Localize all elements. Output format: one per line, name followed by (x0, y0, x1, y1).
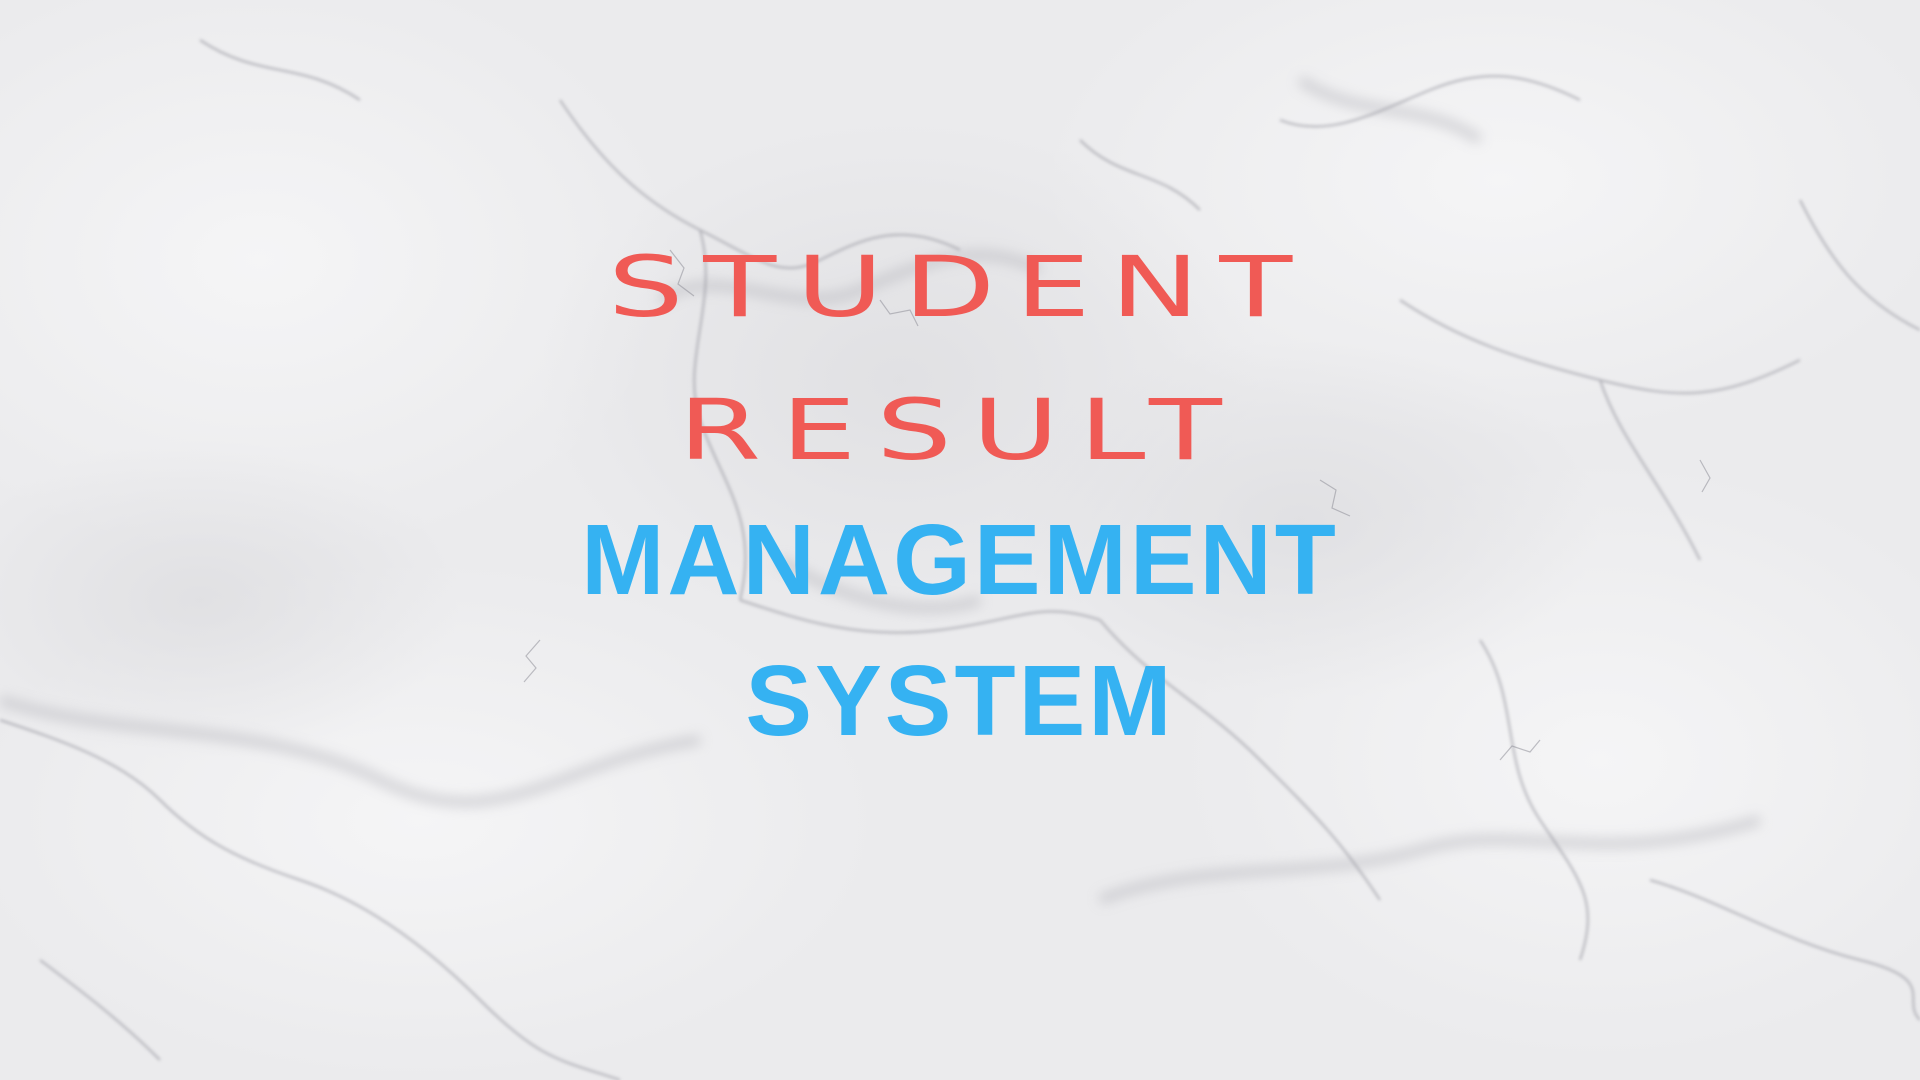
title-line-result: RESULT (678, 381, 1242, 479)
title-line-system: SYSTEM (745, 645, 1175, 757)
title-block: STUDENT RESULT MANAGEMENT SYSTEM (0, 0, 1920, 1080)
slide-canvas: STUDENT RESULT MANAGEMENT SYSTEM (0, 0, 1920, 1080)
title-line-student: STUDENT (607, 238, 1313, 336)
title-line-management: MANAGEMENT (581, 504, 1339, 616)
